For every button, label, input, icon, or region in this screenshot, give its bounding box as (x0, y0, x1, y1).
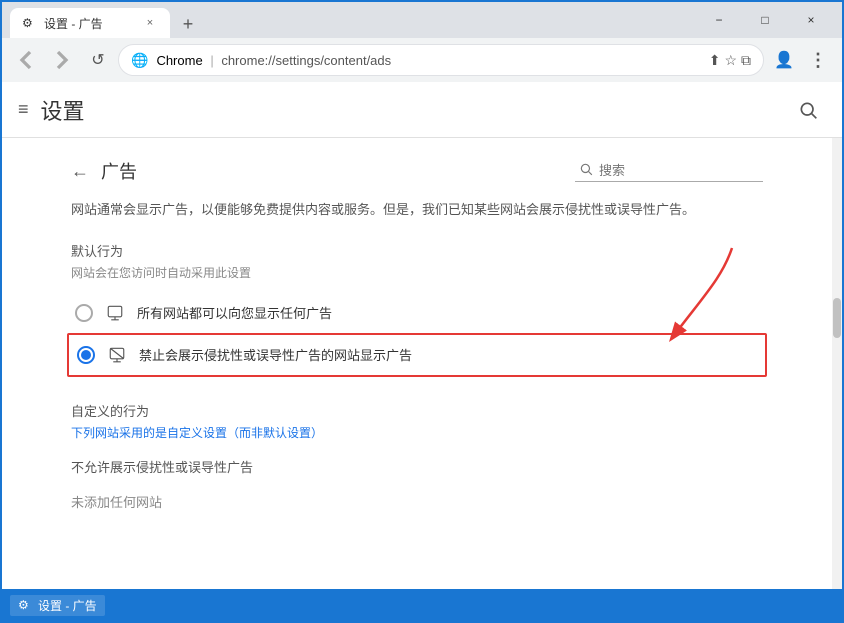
reload-button[interactable]: ↺ (82, 44, 114, 76)
maximize-button[interactable]: □ (742, 2, 788, 38)
scrollbar-track[interactable] (832, 138, 842, 589)
search-box-icon (579, 162, 593, 179)
settings-toolbar: ≡ 设置 (2, 82, 842, 138)
option1-radio[interactable] (75, 304, 93, 322)
tab-label: 设置 - 广告 (44, 15, 103, 32)
hamburger-menu-icon[interactable]: ≡ (18, 99, 29, 120)
menu-icon[interactable]: ⋮ (802, 44, 834, 76)
tab-favicon: ⚙ (22, 16, 36, 30)
bookmark-icon[interactable]: ☆ (724, 52, 737, 69)
option1-row[interactable]: 所有网站都可以向您显示任何广告 (71, 293, 763, 333)
navigation-bar: ↺ 🌐 Chrome | chrome://settings/content/a… (2, 38, 842, 82)
default-behavior-subheader: 网站会在您访问时自动采用此设置 (71, 264, 763, 281)
no-intrusive-header: 不允许展示侵扰性或误导性广告 (71, 457, 763, 476)
search-box[interactable] (575, 160, 763, 182)
address-bar[interactable]: 🌐 Chrome | chrome://settings/content/ads… (118, 44, 764, 76)
back-arrow-button[interactable]: ← (71, 161, 89, 182)
main-content: ← 广告 网站通常会显示广告，以便能够免费提供内容或服务。但是，我们已知某些网站… (2, 138, 832, 589)
option1-icon (105, 303, 125, 323)
option2-highlighted-row: 禁止会展示侵扰性或误导性广告的网站显示广告 (67, 333, 767, 377)
forward-button[interactable] (46, 44, 78, 76)
taskbar-app-label: 设置 - 广告 (38, 597, 97, 614)
taskbar-app-button[interactable]: ⚙ 设置 - 广告 (10, 595, 105, 616)
close-window-button[interactable]: × (788, 2, 834, 38)
custom-behavior-header: 自定义的行为 (71, 401, 763, 420)
option2-radio[interactable] (77, 346, 95, 364)
split-view-icon[interactable]: ⧉ (741, 52, 751, 69)
page-title: 设置 (41, 94, 790, 126)
ads-page-title: 广告 (101, 158, 137, 184)
custom-behavior-subtext[interactable]: 下列网站采用的是自定义设置（而非默认设置） (71, 424, 763, 441)
default-behavior-header: 默认行为 (71, 241, 763, 260)
taskbar-favicon: ⚙ (18, 598, 32, 612)
description-text: 网站通常会显示广告，以便能够免费提供内容或服务。但是，我们已知某些网站会展示侵扰… (71, 200, 763, 221)
back-button[interactable] (10, 44, 42, 76)
search-input[interactable] (599, 163, 759, 178)
custom-behavior-section: 自定义的行为 下列网站采用的是自定义设置（而非默认设置） 不允许展示侵扰性或误导… (71, 401, 763, 519)
search-button[interactable] (790, 92, 826, 128)
taskbar: ⚙ 设置 - 广告 (2, 589, 842, 621)
option2-row[interactable]: 禁止会展示侵扰性或误导性广告的网站显示广告 (73, 335, 761, 375)
option2-label: 禁止会展示侵扰性或误导性广告的网站显示广告 (139, 345, 412, 364)
share-icon[interactable]: ⬆ (709, 52, 721, 69)
scrollbar-thumb[interactable] (833, 298, 841, 338)
minimize-button[interactable]: − (696, 2, 742, 38)
url-display: Chrome | chrome://settings/content/ads (156, 53, 700, 68)
active-tab[interactable]: ⚙ 设置 - 广告 × (10, 8, 170, 38)
account-icon[interactable]: 👤 (768, 44, 800, 76)
url-separator: | (210, 53, 213, 68)
content-area: ← 广告 网站通常会显示广告，以便能够免费提供内容或服务。但是，我们已知某些网站… (2, 138, 842, 589)
new-tab-button[interactable]: + (174, 10, 202, 38)
option2-icon (107, 345, 127, 365)
option1-label: 所有网站都可以向您显示任何广告 (137, 303, 332, 322)
tab-close-button[interactable]: × (142, 15, 158, 31)
title-bar: ⚙ 设置 - 广告 × + − □ × (2, 2, 842, 38)
site-security-icon: 🌐 (131, 52, 148, 69)
ads-page-header: ← 广告 (71, 158, 763, 184)
no-sites-added: 未添加任何网站 (71, 484, 763, 519)
